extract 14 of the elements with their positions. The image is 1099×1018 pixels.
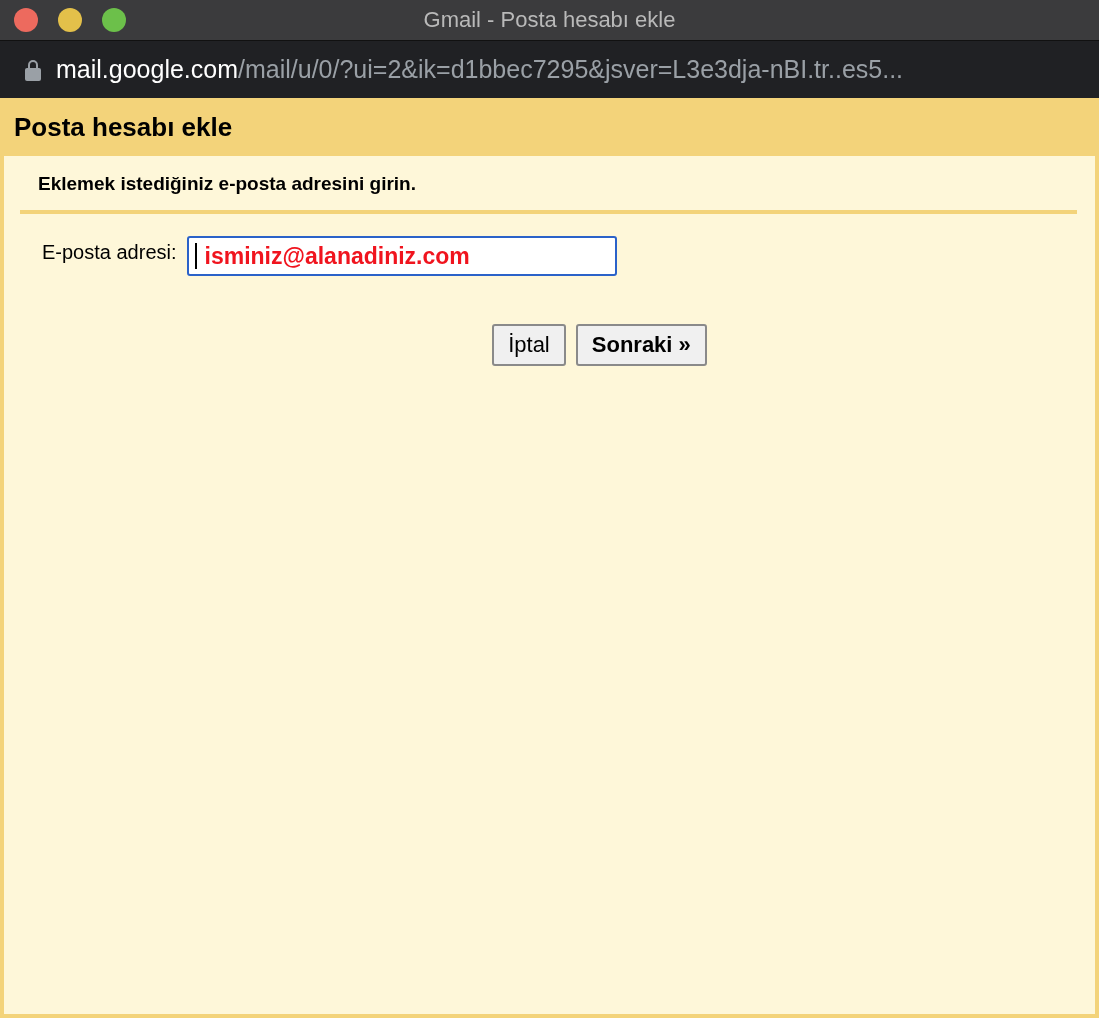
cancel-button[interactable]: İptal [492,324,566,366]
email-input-field[interactable]: isminiz@alanadiniz.com [186,236,617,276]
email-label: E-posta adresi: [42,240,177,264]
next-button[interactable]: Sonraki » [575,324,707,366]
zoom-window-button[interactable] [102,8,126,32]
instruction-text: Eklemek istediğiniz e-posta adresini girin. [38,173,417,195]
url-path: /mail/u/0/?ui=2&ik=d1bbec7295&jsver=L3e3dja-nBI.tr..es5... [238,55,904,84]
lock-icon [24,58,42,81]
minimize-window-button[interactable] [58,8,82,32]
url-domain: mail.google.com [56,55,239,84]
dialog-title: Posta hesabı ekle [4,98,1095,156]
window-title: Gmail - Posta hesabı ekle [423,7,676,33]
text-cursor [194,243,197,269]
close-window-button[interactable] [14,8,38,32]
